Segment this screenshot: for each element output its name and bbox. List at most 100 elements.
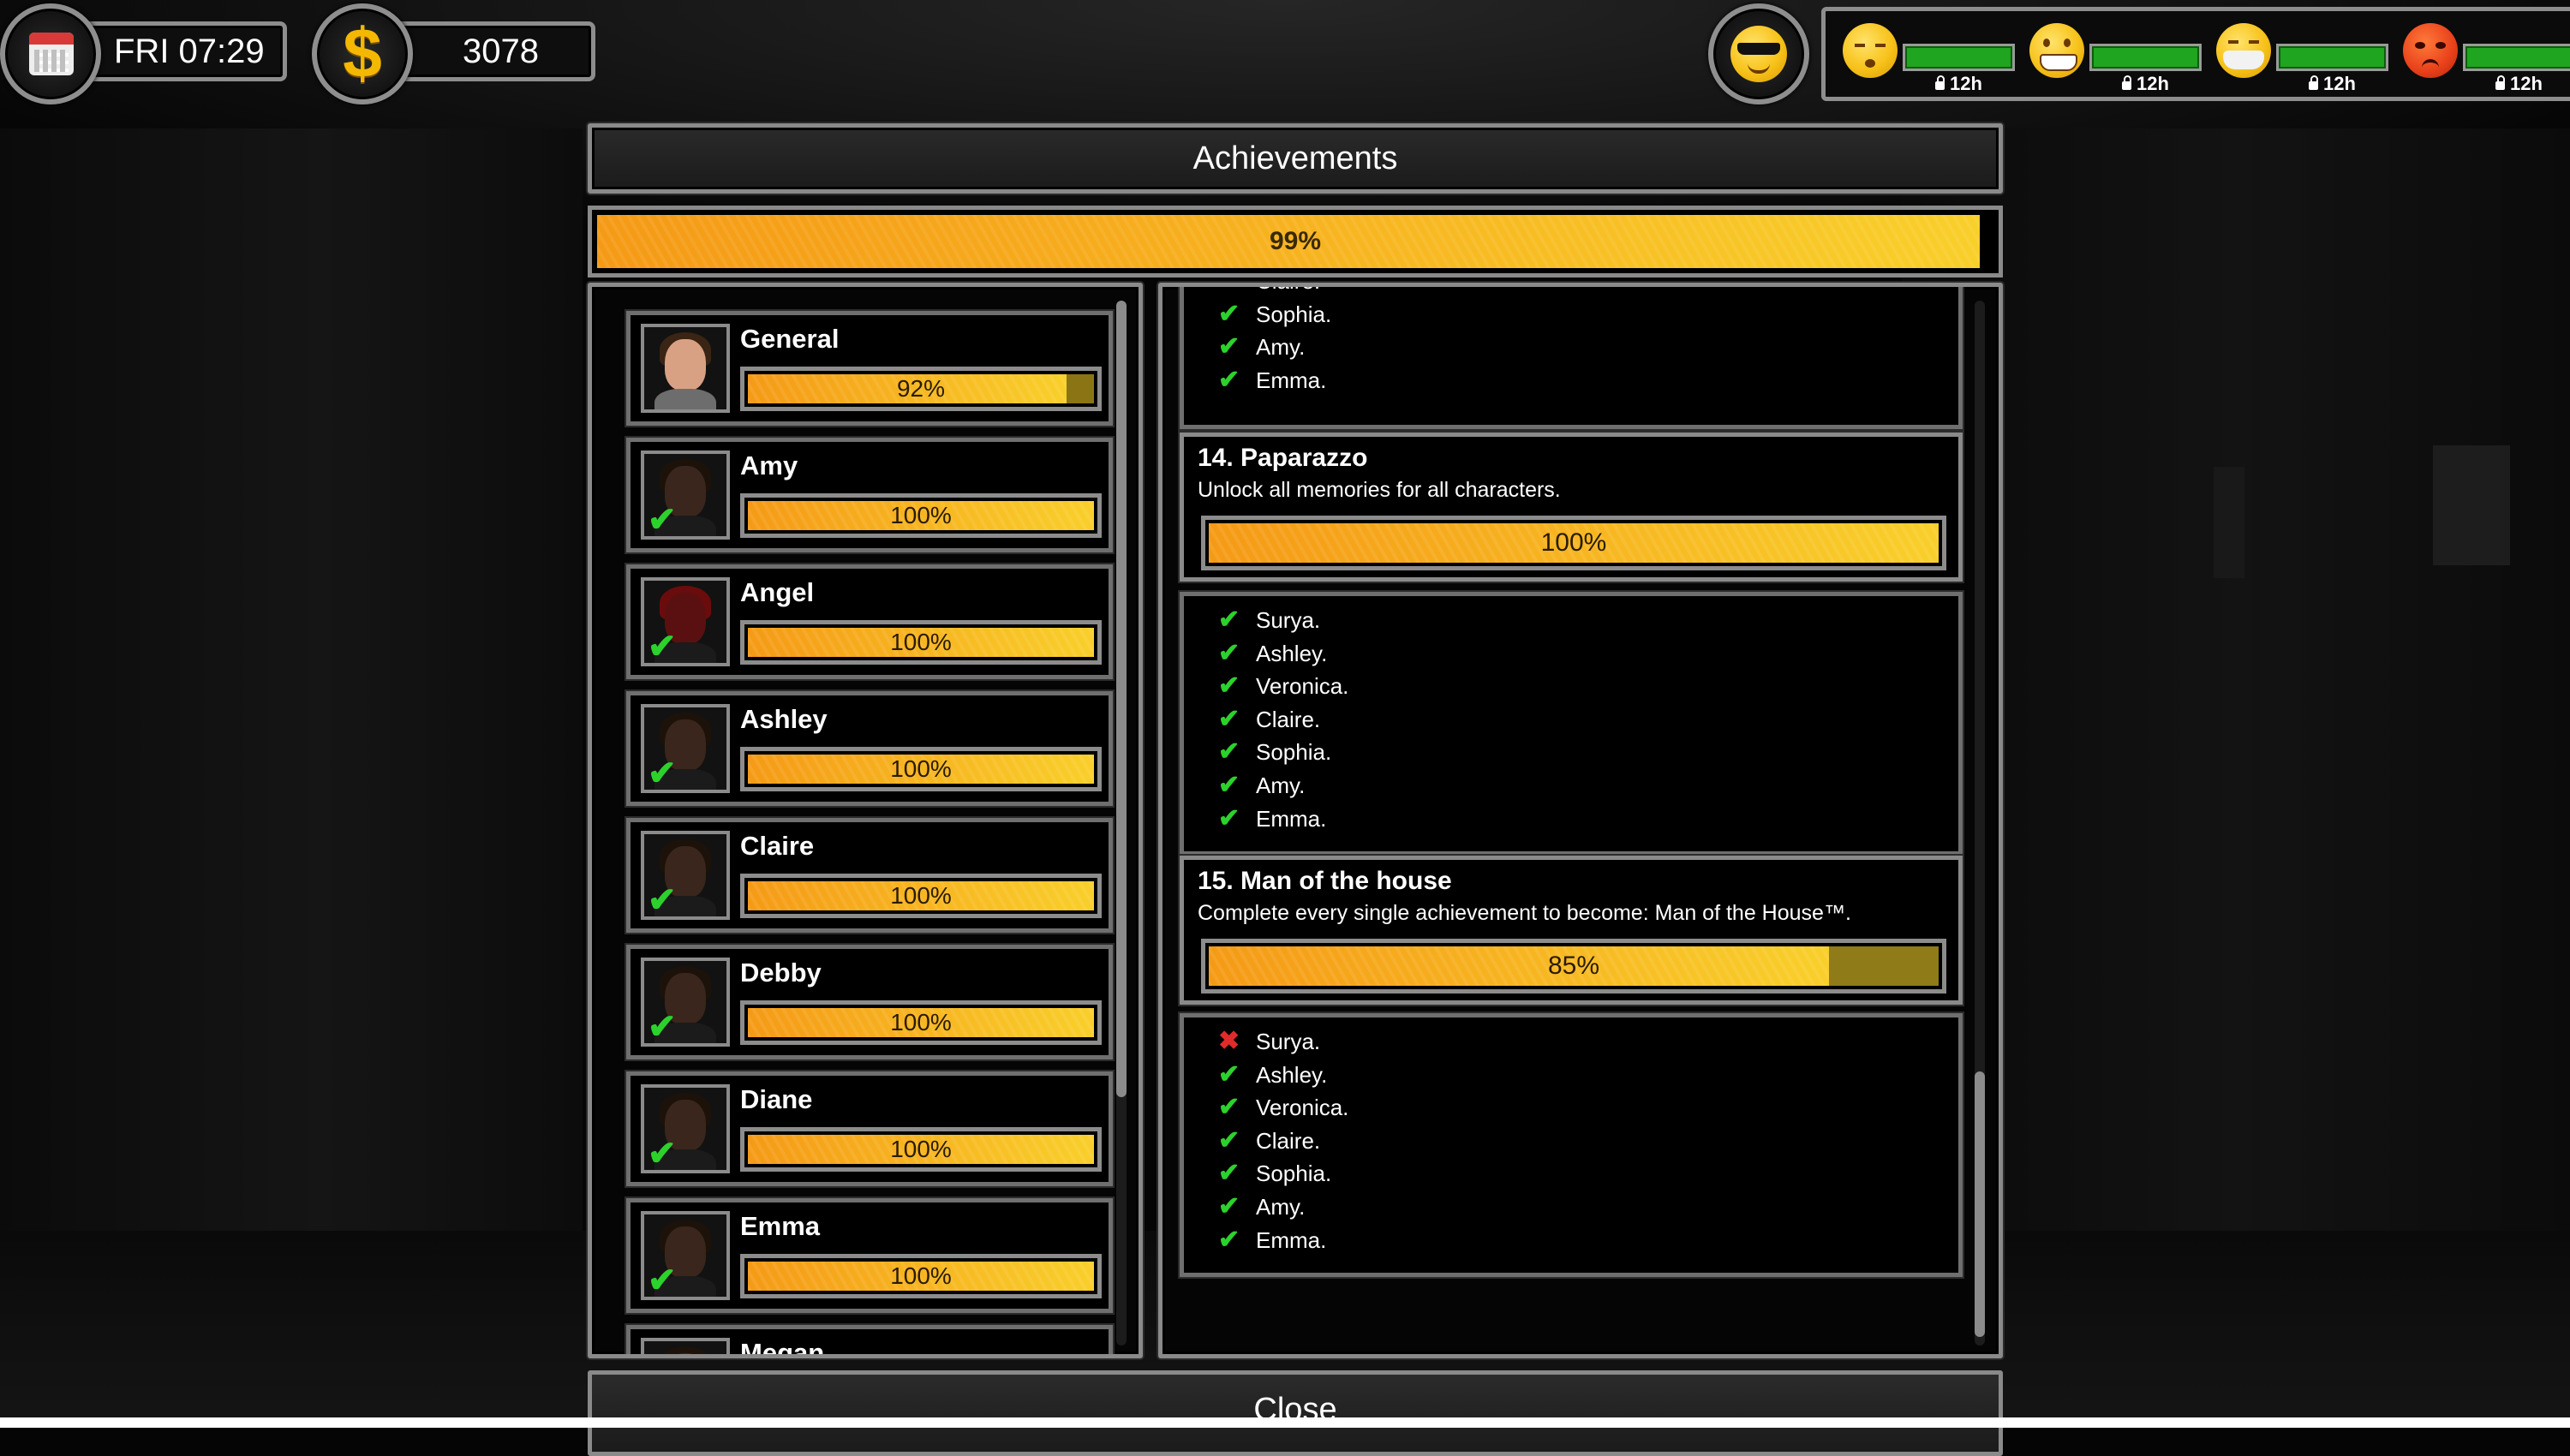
achievement-card: 15. Man of the house Complete every singl… bbox=[1180, 856, 1963, 1005]
list-item-text: Claire. bbox=[1256, 287, 1320, 294]
achievement-title: 15. Man of the house bbox=[1198, 867, 1452, 895]
list-item: ✔ Claire. bbox=[1218, 1125, 1320, 1155]
character-portrait: ✔ bbox=[641, 577, 730, 666]
lock-icon bbox=[1935, 75, 1945, 90]
anger-stat: 12h bbox=[2394, 11, 2570, 97]
character-card-general[interactable]: General 92% bbox=[626, 311, 1113, 426]
anger-level-bar bbox=[2463, 44, 2570, 71]
list-item-text: Ashley. bbox=[1256, 1061, 1328, 1088]
list-item-text: Emma. bbox=[1256, 1226, 1327, 1253]
checkmark-icon: ✔ bbox=[1218, 606, 1240, 634]
character-portrait: ✔ bbox=[641, 831, 730, 920]
list-item-text: Surya. bbox=[1256, 607, 1321, 633]
list-item-text: Ashley. bbox=[1256, 640, 1328, 666]
character-list-scrollbar[interactable] bbox=[1116, 301, 1127, 1346]
checkmark-icon: ✔ bbox=[1218, 671, 1240, 701]
achievement-scroll-thumb[interactable] bbox=[1975, 1071, 1985, 1337]
list-item: ✔ Amy. bbox=[1218, 770, 1305, 800]
character-progress-bar: 100% bbox=[740, 1000, 1102, 1045]
character-name: Amy bbox=[740, 451, 798, 480]
character-progress-label: 92% bbox=[896, 375, 946, 402]
time-display: FRI 07:29 bbox=[77, 21, 287, 81]
achievement-title: 14. Paparazzo bbox=[1198, 444, 1368, 472]
grinning-face-icon bbox=[2029, 23, 2084, 78]
list-item: ✖ Surya. bbox=[1218, 1026, 1320, 1056]
checkmark-icon: ✔ bbox=[648, 1135, 677, 1173]
character-progress-bar: 100% bbox=[740, 747, 1102, 791]
character-progress-bar: 100% bbox=[740, 1254, 1102, 1298]
achievement-progress-label: 85% bbox=[1547, 952, 1600, 980]
checkmark-icon: ✔ bbox=[1218, 1159, 1240, 1188]
character-card-claire[interactable]: ✔ Claire 100% bbox=[626, 818, 1113, 933]
screen-bottom-edge bbox=[0, 1417, 2570, 1428]
list-item-text: Emma. bbox=[1256, 367, 1327, 393]
achievement-list-scrollbar[interactable] bbox=[1975, 301, 1985, 1346]
sleepy-face-icon bbox=[1843, 23, 1898, 78]
checkmark-icon: ✔ bbox=[1218, 365, 1240, 394]
list-item: ✔ Surya. bbox=[1218, 605, 1320, 635]
list-item-text: Veronica. bbox=[1256, 1095, 1349, 1121]
cool-sunglasses-icon bbox=[1730, 26, 1787, 82]
character-progress-label: 100% bbox=[890, 755, 952, 782]
character-card-debby[interactable]: ✔ Debby 100% bbox=[626, 945, 1113, 1059]
list-item-text: Claire. bbox=[1256, 1127, 1321, 1154]
achievement-character-list: ✖ Surya. ✔ Ashley. ✔ Veronica. ✔ Claire. ✔ Sophia… bbox=[1180, 1013, 1963, 1277]
achievement-card: 14. Paparazzo Unlock all memories for all… bbox=[1180, 433, 1963, 582]
list-item: ✔ Emma. bbox=[1218, 1225, 1326, 1255]
achievement-detail-panel[interactable]: ✔Claire.✔Sophia.✔Amy.✔Emma.14. Paparazzo… bbox=[1158, 283, 2003, 1358]
character-progress-bar: 100% bbox=[740, 874, 1102, 918]
character-card-amy[interactable]: ✔ Amy 100% bbox=[626, 438, 1113, 552]
list-item: ✔ Emma. bbox=[1218, 803, 1326, 833]
list-item: ✔ Amy. bbox=[1218, 1191, 1305, 1221]
sleep-level-bar bbox=[1903, 44, 2015, 71]
mood-button[interactable] bbox=[1708, 3, 1809, 104]
checkmark-icon: ✔ bbox=[648, 628, 677, 665]
character-portrait: ✔ bbox=[641, 704, 730, 793]
character-list-panel[interactable]: General 92% ✔ Amy 100% ✔ Angel 100% ✔ Ashley 100% ✔… bbox=[588, 283, 1143, 1358]
money-display: 3078 bbox=[394, 21, 595, 81]
list-item: ✔ Claire. bbox=[1218, 704, 1320, 734]
mask-face-icon bbox=[2216, 23, 2271, 78]
character-scroll-thumb[interactable] bbox=[1116, 301, 1127, 1097]
list-item-text: Surya. bbox=[1256, 1029, 1321, 1054]
character-progress-label: 100% bbox=[890, 629, 952, 655]
lock-icon bbox=[2122, 75, 2131, 90]
achievements-title-bar: Achievements bbox=[588, 123, 2003, 194]
list-item-text: Claire. bbox=[1256, 706, 1321, 732]
list-item: ✔ Sophia. bbox=[1218, 299, 1331, 329]
character-progress-label: 100% bbox=[890, 502, 952, 528]
character-name: Diane bbox=[740, 1084, 813, 1114]
cross-icon: ✖ bbox=[1218, 1027, 1240, 1055]
list-item: ✔ Veronica. bbox=[1218, 671, 1348, 701]
checkmark-icon: ✔ bbox=[1218, 287, 1256, 295]
list-item-text: Veronica. bbox=[1256, 673, 1349, 700]
achievement-progress-bar: 85% bbox=[1201, 939, 1946, 994]
character-card-emma[interactable]: ✔ Emma 100% bbox=[626, 1198, 1113, 1313]
money-button[interactable]: $ bbox=[312, 3, 413, 104]
character-card-angel[interactable]: ✔ Angel 100% bbox=[626, 564, 1113, 679]
character-progress-label: 100% bbox=[890, 882, 952, 909]
checkmark-icon: ✔ bbox=[1218, 1225, 1240, 1254]
character-portrait: ✔ bbox=[641, 1211, 730, 1300]
character-card-megan[interactable]: ✔ Megan bbox=[626, 1325, 1113, 1354]
checkmark-icon: ✔ bbox=[1218, 771, 1240, 799]
character-name: Angel bbox=[740, 577, 815, 607]
checkmark-icon: ✔ bbox=[1218, 704, 1240, 733]
close-button[interactable]: Close bbox=[588, 1370, 2003, 1456]
character-card-ashley[interactable]: ✔ Ashley 100% bbox=[626, 691, 1113, 806]
list-item-text: Amy. bbox=[1256, 1194, 1306, 1220]
checkmark-icon: ✔ bbox=[1218, 638, 1240, 667]
calendar-button[interactable] bbox=[0, 3, 101, 104]
list-item-text: Sophia. bbox=[1256, 301, 1332, 327]
character-portrait: ✔ bbox=[641, 958, 730, 1047]
checkmark-icon: ✔ bbox=[1218, 1125, 1240, 1155]
overall-progress-label: 99% bbox=[1269, 227, 1322, 255]
character-name: Ashley bbox=[740, 704, 828, 734]
calendar-icon bbox=[29, 33, 74, 75]
needs-panel: 12h 12h 12h 12h bbox=[1821, 7, 2570, 101]
character-progress-label: 100% bbox=[890, 1136, 952, 1162]
checkmark-icon: ✔ bbox=[1218, 1093, 1240, 1122]
character-card-diane[interactable]: ✔ Diane 100% bbox=[626, 1071, 1113, 1186]
lock-icon bbox=[2309, 75, 2318, 90]
list-item: ✔ Emma. bbox=[1218, 365, 1326, 395]
